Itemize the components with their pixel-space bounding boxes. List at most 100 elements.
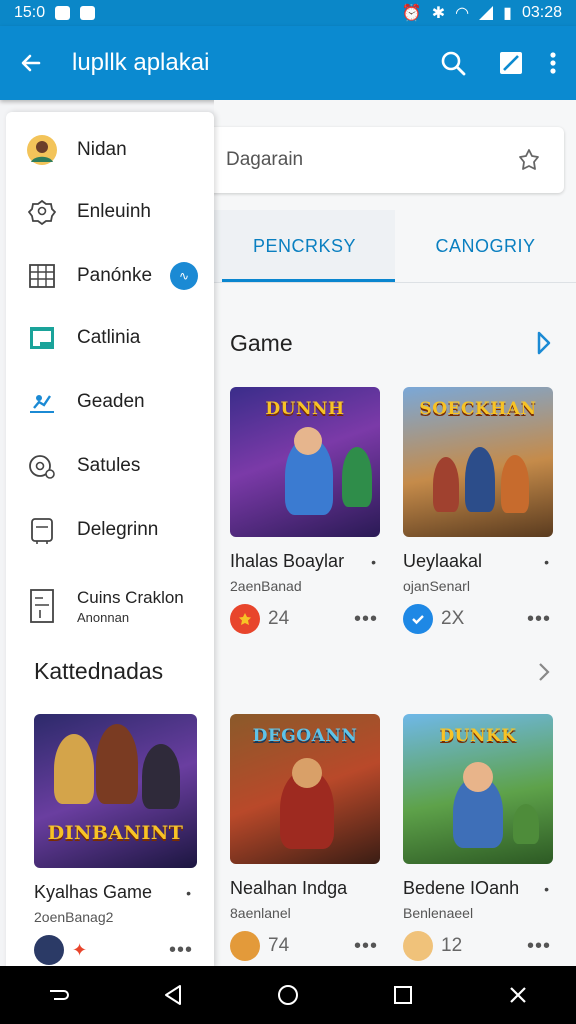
game-subtitle: 2aenBanad bbox=[230, 578, 302, 594]
section-chevron-icon[interactable] bbox=[538, 662, 550, 687]
system-nav-bar bbox=[0, 966, 576, 1024]
close-nav-icon[interactable] bbox=[498, 975, 538, 1015]
game-title: Kyalhas Game bbox=[34, 882, 153, 902]
drawer-item-label: Enleuinh bbox=[77, 201, 151, 222]
game-thumbnail[interactable]: DUNKK bbox=[403, 714, 553, 864]
puzzle-icon[interactable] bbox=[516, 147, 542, 179]
window-icon bbox=[26, 322, 58, 354]
drawer-item-enleuinh[interactable]: Enleuinh bbox=[6, 184, 214, 240]
character-figure bbox=[465, 447, 495, 512]
back-arrow-icon[interactable] bbox=[16, 48, 46, 78]
clipboard-icon bbox=[26, 514, 58, 546]
more-options-icon[interactable]: ••• bbox=[354, 935, 382, 958]
game-meta: 74 ••• bbox=[230, 931, 382, 961]
settings-icon bbox=[26, 450, 58, 482]
drawer-item-cuins-craklon[interactable]: Cuins Craklon Anonnan bbox=[6, 578, 214, 638]
dot-separator: • bbox=[544, 553, 549, 570]
edit-icon[interactable] bbox=[496, 48, 526, 78]
drawer-item-panonke[interactable]: Panónke ∿ bbox=[6, 248, 214, 304]
reaction-icon: ✦ bbox=[72, 939, 88, 960]
game-subtitle: Benlenaeel bbox=[403, 905, 474, 921]
section-arrow-icon[interactable] bbox=[536, 330, 552, 361]
signal-icon bbox=[479, 6, 494, 20]
status-time: 15:0 bbox=[14, 4, 46, 21]
back-nav-icon[interactable] bbox=[153, 975, 193, 1015]
app-title: lupllk aplakai bbox=[72, 49, 210, 76]
more-vert-icon[interactable] bbox=[546, 48, 560, 78]
game-subtitle: ojanSenarl bbox=[403, 578, 470, 594]
status-bar: 15:0 ⏰ ✱ ◠ ▮ 03:28 bbox=[0, 0, 576, 26]
game-count: 24 bbox=[268, 608, 290, 629]
monster-figure bbox=[342, 447, 372, 507]
game-logo: DEGOANN bbox=[252, 726, 358, 746]
drawer-item-label: Geaden bbox=[77, 391, 145, 412]
drawer-item-geaden[interactable]: Geaden bbox=[6, 374, 214, 430]
game-title: Ueylaakal bbox=[403, 551, 483, 571]
drawer-section-title: Kattednadas bbox=[34, 658, 164, 684]
drawer-item-delegrinn[interactable]: Delegrinn bbox=[6, 502, 214, 558]
game-title: Ihalas Boaylar bbox=[230, 551, 345, 571]
drawer-item-catlinia[interactable]: Catlinia bbox=[6, 310, 214, 366]
game-subtitle: 2oenBanag2 bbox=[34, 909, 114, 925]
game-thumbnail[interactable]: SOECKHAN bbox=[403, 387, 553, 537]
game-thumbnail[interactable]: DUNNH bbox=[230, 387, 380, 537]
drawer-item-label: Satules bbox=[77, 455, 141, 476]
character-figure bbox=[96, 724, 138, 804]
game-badge-icon bbox=[34, 935, 64, 965]
character-head bbox=[292, 758, 322, 788]
game-card[interactable]: DUNKK Bedene IOanh • Benlenaeel 12 ••• bbox=[403, 714, 555, 961]
character-head bbox=[294, 427, 322, 455]
search-field[interactable]: Dagarain bbox=[214, 127, 564, 193]
document-icon bbox=[26, 589, 58, 623]
drawer-item-label: Panónke bbox=[77, 265, 153, 286]
section-title-game: Game bbox=[230, 330, 293, 356]
drawer-item-label: Delegrinn bbox=[77, 519, 159, 540]
game-logo: SOECKHAN bbox=[419, 399, 537, 419]
search-placeholder: Dagarain bbox=[226, 149, 304, 170]
character-figure bbox=[501, 455, 529, 513]
game-badge-icon bbox=[230, 931, 260, 961]
game-card[interactable]: DINBANINT Kyalhas Game • 2oenBanag2 ✦ ••… bbox=[34, 714, 197, 965]
game-card[interactable]: DUNNH Ihalas Boaylar • 2aenBanad 24 ••• bbox=[230, 387, 382, 634]
pulse-badge-icon: ∿ bbox=[170, 262, 198, 290]
character-figure bbox=[142, 744, 180, 809]
more-options-icon[interactable]: ••• bbox=[354, 608, 382, 631]
app-bar: lupllk aplakai bbox=[0, 26, 576, 100]
game-count: 12 bbox=[441, 935, 463, 956]
game-card[interactable]: SOECKHAN Ueylaakal • ojanSenarl 2X ••• bbox=[403, 387, 555, 634]
wifi-icon: ◠ bbox=[455, 5, 470, 22]
game-thumbnail[interactable]: DEGOANN bbox=[230, 714, 380, 864]
drawer-item-nidan[interactable]: Nidan bbox=[6, 122, 214, 178]
game-card[interactable]: DEGOANN Nealhan Indga 8aenlanel 74 ••• bbox=[230, 714, 382, 961]
avatar-icon bbox=[26, 134, 58, 166]
monster-figure bbox=[513, 804, 539, 844]
game-title: Nealhan Indga bbox=[230, 878, 348, 898]
recent-apps-icon[interactable] bbox=[38, 975, 78, 1015]
overview-nav-icon[interactable] bbox=[383, 975, 423, 1015]
check-badge-icon bbox=[403, 604, 433, 634]
status-clock: 03:28 bbox=[521, 4, 562, 21]
tab-pencrksy[interactable]: PENCRKSY bbox=[214, 210, 395, 282]
game-badge-icon bbox=[403, 931, 433, 961]
drawer-item-label: Nidan bbox=[77, 139, 127, 160]
more-options-icon[interactable]: ••• bbox=[169, 939, 197, 962]
drawer-item-sublabel: Anonnan bbox=[77, 610, 130, 625]
notification-icon bbox=[55, 6, 71, 20]
dot-separator: • bbox=[186, 884, 191, 901]
search-icon[interactable] bbox=[438, 48, 468, 78]
game-subtitle: 8aenlanel bbox=[230, 905, 291, 921]
battery-icon: ▮ bbox=[503, 5, 512, 22]
character-figure bbox=[433, 457, 459, 512]
tab-canogriy[interactable]: CANOGRIY bbox=[395, 210, 576, 282]
main-content: Dagarain PENCRKSY CANOGRIY Game DUNNH Ih… bbox=[214, 100, 576, 966]
game-count: 2X bbox=[441, 608, 465, 629]
more-options-icon[interactable]: ••• bbox=[527, 608, 555, 631]
game-meta: 12 ••• bbox=[403, 931, 555, 961]
drawer-item-satules[interactable]: Satules bbox=[6, 438, 214, 494]
home-nav-icon[interactable] bbox=[268, 975, 308, 1015]
more-options-icon[interactable]: ••• bbox=[527, 935, 555, 958]
dot-separator: • bbox=[371, 553, 376, 570]
tab-bar: PENCRKSY CANOGRIY bbox=[214, 210, 576, 282]
game-thumbnail[interactable]: DINBANINT bbox=[34, 714, 197, 868]
drawer-item-label: Cuins Craklon bbox=[77, 588, 184, 607]
